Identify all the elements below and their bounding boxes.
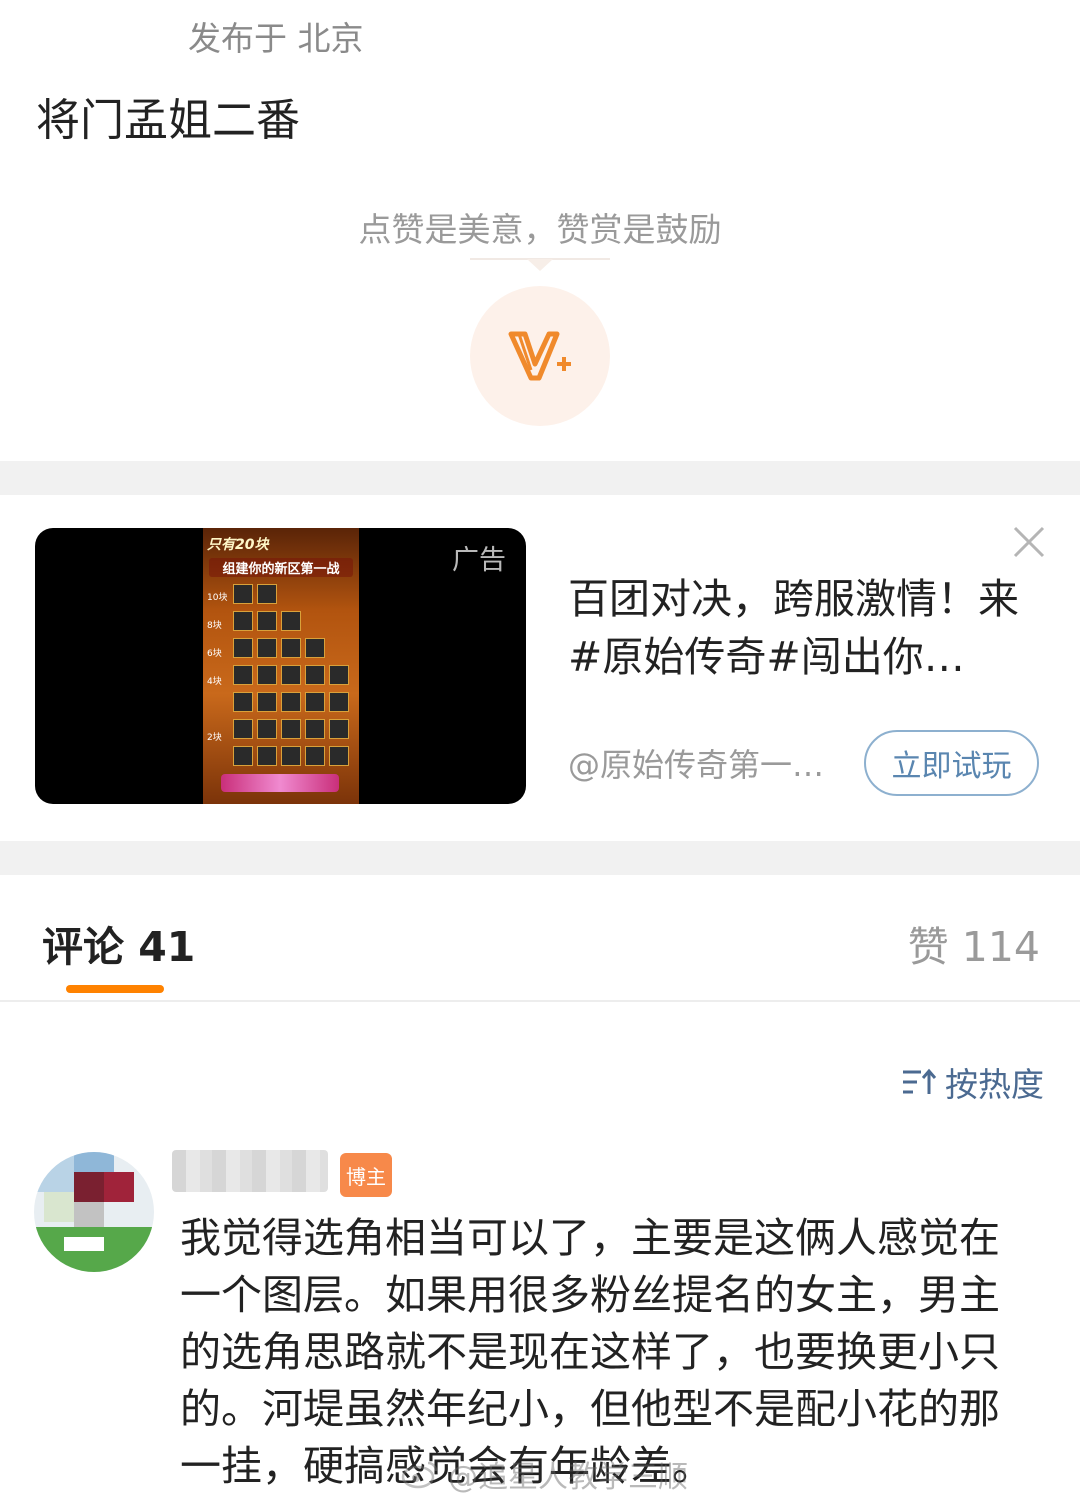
poster-item-cell (257, 611, 277, 631)
poster-item-cell (257, 584, 277, 604)
poster-item-cell (281, 611, 301, 631)
try-now-button[interactable]: 立即试玩 (864, 730, 1039, 796)
poster-item-cell (257, 746, 277, 766)
ad-poster-image: 只有20块 组建你的新区第一战 10块 8块 6块 4块 2块 (203, 528, 359, 804)
poster-item-cell (281, 638, 301, 658)
poster-item-grid: 10块 8块 6块 4块 2块 (207, 584, 355, 774)
poster-item-cell (233, 719, 253, 739)
reward-hint: 点赞是美意，赞赏是鼓励 (358, 210, 722, 249)
poster-item-cell (233, 584, 253, 604)
poster-item-cell (233, 611, 253, 631)
poster-item-cell (305, 719, 325, 739)
reward-caret (527, 259, 553, 271)
weibo-logo-icon (401, 1461, 438, 1489)
poster-item-cell (257, 692, 277, 712)
ad-source[interactable]: @原始传奇第一… (568, 740, 853, 786)
poster-item-cell (233, 692, 253, 712)
poster-item-cell (257, 638, 277, 658)
tab-divider (0, 1000, 1080, 1002)
poster-subheadline: 组建你的新区第一战 (209, 558, 353, 577)
comment-username-blurred[interactable] (172, 1150, 328, 1192)
poster-item-cell (305, 746, 325, 766)
poster-tier-label: 2块 (207, 733, 222, 743)
poster-item-cell (233, 665, 253, 685)
ad-tag: 广告 (452, 545, 506, 576)
poster-item-cell (329, 692, 349, 712)
poster-item-cell (329, 719, 349, 739)
watermark: @追星人教学三顺 (400, 1452, 688, 1496)
sort-by-hot-button[interactable]: 按热度 (901, 1058, 1044, 1106)
active-tab-indicator (66, 985, 164, 993)
poster-tier-label: 10块 (207, 593, 228, 603)
post-text: 将门孟姐二番 (36, 95, 300, 146)
close-icon[interactable] (1011, 524, 1047, 560)
poster-item-cell (257, 719, 277, 739)
section-gap (0, 841, 1080, 875)
poster-item-cell (305, 638, 325, 658)
poster-item-cell (329, 665, 349, 685)
poster-tier-label: 6块 (207, 649, 222, 659)
comment-tab-bar: 评论 41 赞 114 (0, 875, 1080, 1001)
poster-item-cell (281, 692, 301, 712)
poster-headline: 只有20块 (207, 537, 269, 553)
poster-item-cell (305, 692, 325, 712)
sort-icon (903, 1068, 937, 1094)
poster-tier-label: 8块 (207, 621, 222, 631)
poster-item-cell (305, 665, 325, 685)
tab-likes[interactable]: 赞 114 (908, 913, 1040, 973)
reward-button[interactable] (470, 286, 610, 426)
v-plus-reward-icon (508, 331, 571, 381)
poster-item-cell (281, 665, 301, 685)
poster-item-cell (281, 746, 301, 766)
avatar[interactable] (34, 1152, 154, 1272)
author-badge: 博主 (340, 1153, 392, 1197)
ad-media[interactable]: 只有20块 组建你的新区第一战 10块 8块 6块 4块 2块 广告 (35, 528, 526, 804)
watermark-text: @追星人教学三顺 (448, 1460, 688, 1495)
poster-banner (221, 774, 339, 792)
poster-item-cell (281, 719, 301, 739)
poster-item-cell (329, 746, 349, 766)
avatar-image (34, 1152, 154, 1272)
tab-comments[interactable]: 评论 41 (42, 913, 195, 973)
poster-item-cell (233, 746, 253, 766)
post-location: 发布于 北京 (188, 19, 364, 58)
ad-title[interactable]: 百团对决，跨服激情！来#原始传奇#闯出你… (568, 570, 1028, 686)
poster-item-cell (233, 638, 253, 658)
section-gap (0, 461, 1080, 495)
sort-label: 按热度 (945, 1065, 1044, 1104)
poster-tier-label: 4块 (207, 677, 222, 687)
poster-item-cell (257, 665, 277, 685)
